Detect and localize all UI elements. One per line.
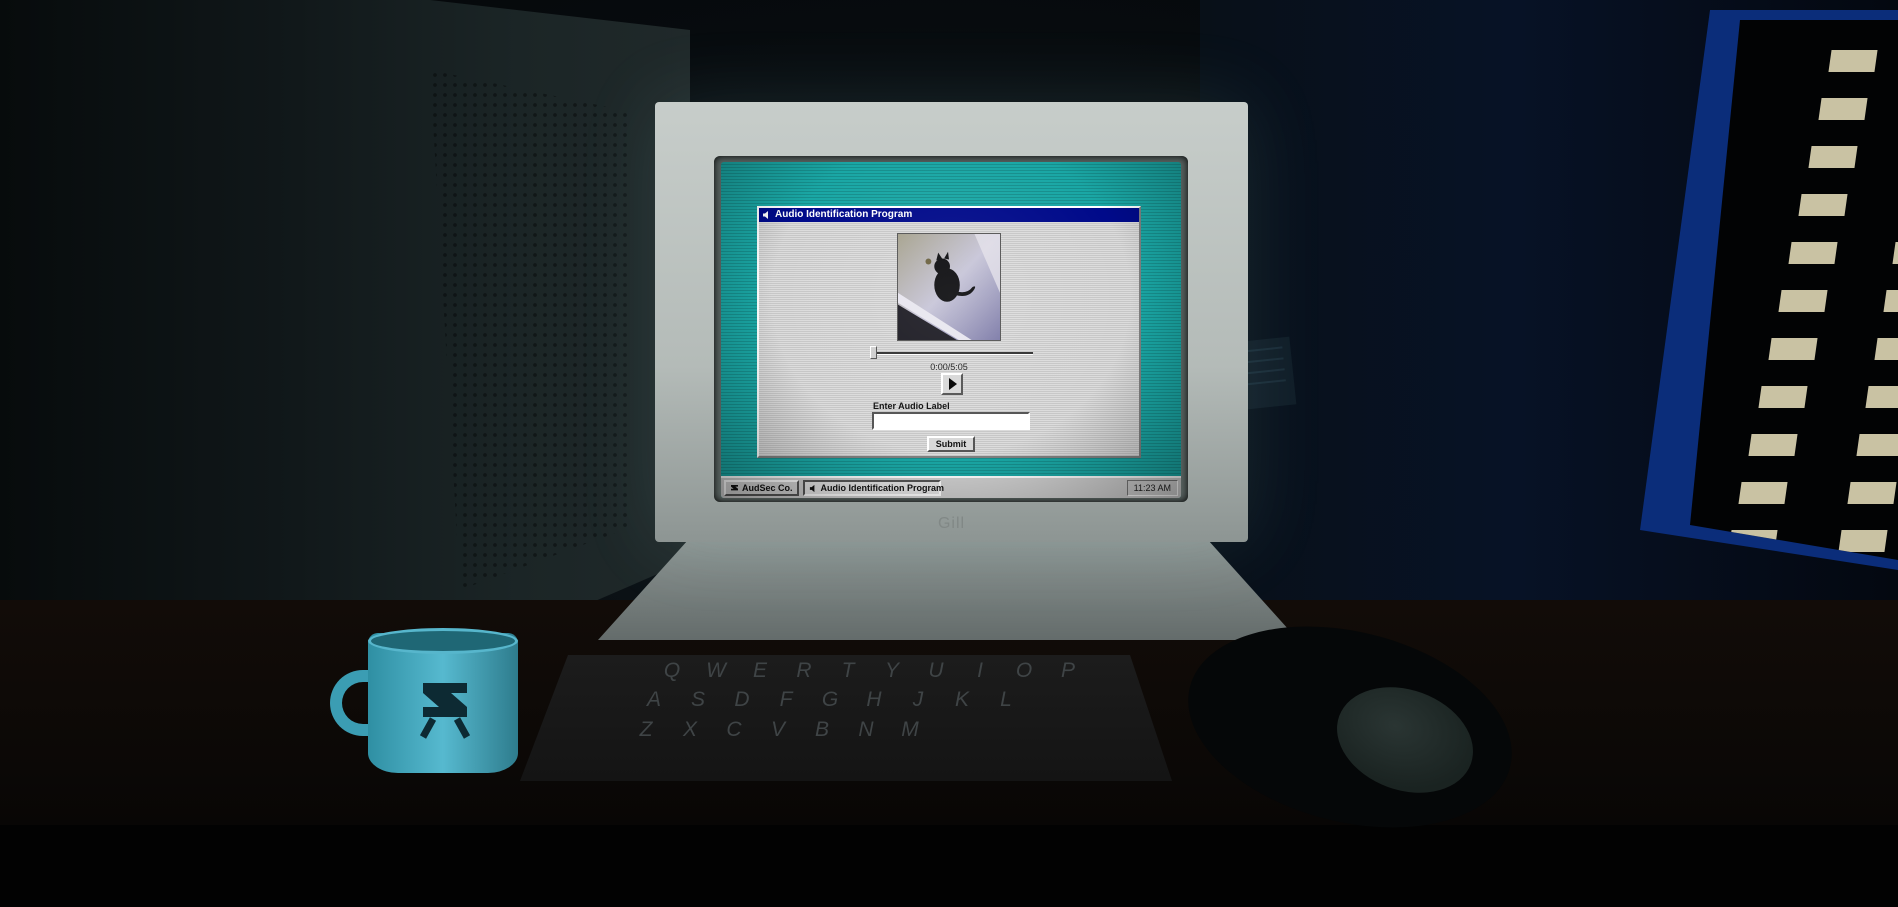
speaker-grille (430, 70, 630, 590)
company-logo-icon (730, 484, 739, 493)
building-window-light (1847, 482, 1897, 504)
key-v[interactable]: V (756, 718, 800, 742)
building-window-light (1865, 386, 1898, 408)
building-window-light (1892, 242, 1898, 264)
key-u[interactable]: U (914, 659, 958, 683)
building-window-light (1778, 290, 1828, 312)
keyboard: QWERTYUIOP ASDFGHJKL ZXCVBNM (520, 655, 1172, 781)
key-l[interactable]: L (984, 688, 1028, 712)
audio-label-input[interactable] (872, 412, 1030, 430)
crt-screen: Audio Identification Program 0:00/5:05 E… (721, 162, 1181, 498)
key-g[interactable]: G (808, 688, 852, 712)
key-i[interactable]: I (958, 659, 1002, 683)
building-window-light (1883, 290, 1898, 312)
key-j[interactable]: J (896, 688, 940, 712)
building-window-light (1838, 530, 1888, 552)
building-window-light (1748, 434, 1798, 456)
seek-bar[interactable] (871, 352, 1033, 355)
start-button-label: AudSec Co. (742, 483, 793, 493)
building-window-light (1818, 98, 1868, 120)
building-window-light (1788, 242, 1838, 264)
audio-label-prompt: Enter Audio Label (873, 401, 950, 411)
key-s[interactable]: S (676, 688, 720, 712)
key-x[interactable]: X (668, 718, 712, 742)
mug-rim (368, 628, 518, 654)
key-p[interactable]: P (1046, 659, 1090, 683)
speaker-icon (809, 484, 818, 493)
key-r[interactable]: R (782, 659, 826, 683)
keyboard-row-bottom: ZXCVBNM (624, 718, 932, 742)
key-d[interactable]: D (720, 688, 764, 712)
key-k[interactable]: K (940, 688, 984, 712)
building-window-light (1798, 194, 1848, 216)
key-o[interactable]: O (1002, 659, 1046, 683)
submit-button[interactable]: Submit (927, 436, 975, 452)
taskbar: AudSec Co. Audio Identification Program … (721, 476, 1181, 498)
game-scene: Gill Audio Identification Program 0:00/5… (0, 0, 1898, 907)
taskbar-item-audio-identification[interactable]: Audio Identification Program (802, 480, 944, 496)
key-f[interactable]: F (764, 688, 808, 712)
key-n[interactable]: N (844, 718, 888, 742)
key-b[interactable]: B (800, 718, 844, 742)
key-a[interactable]: A (632, 688, 676, 712)
key-t[interactable]: T (826, 659, 870, 683)
window-title: Audio Identification Program (775, 209, 913, 220)
keyboard-row-middle: ASDFGHJKL (632, 688, 1028, 712)
key-m[interactable]: M (888, 718, 932, 742)
play-button[interactable] (941, 373, 963, 395)
key-e[interactable]: E (738, 659, 782, 683)
taskbar-item-label: Audio Identification Program (820, 483, 945, 493)
audio-identification-window: Audio Identification Program 0:00/5:05 E… (757, 206, 1141, 458)
key-w[interactable]: W (694, 659, 738, 683)
keyboard-row-top: QWERTYUIOP (650, 659, 1090, 683)
company-logo-icon (419, 683, 471, 739)
building-window-light (1828, 50, 1878, 72)
building-window-light (1738, 482, 1788, 504)
monitor-base (598, 540, 1298, 640)
monitor-brand-label: Gill (937, 515, 966, 532)
time-display: 0:00/5:05 (930, 362, 968, 372)
building-window-light (1768, 338, 1818, 360)
key-h[interactable]: H (852, 688, 896, 712)
tray-clock: 11:23 AM (1126, 480, 1178, 496)
building-window-light (1856, 434, 1898, 456)
speaker-icon (762, 210, 772, 220)
desk-edge (0, 825, 1898, 907)
preview-image-cat (897, 233, 1001, 341)
start-button[interactable]: AudSec Co. (724, 480, 799, 496)
building-window-light (1808, 146, 1858, 168)
key-q[interactable]: Q (650, 659, 694, 683)
seek-thumb[interactable] (870, 346, 877, 359)
key-c[interactable]: C (712, 718, 756, 742)
key-y[interactable]: Y (870, 659, 914, 683)
building-window-light (1874, 338, 1898, 360)
building-window-light (1758, 386, 1808, 408)
play-icon (949, 378, 957, 390)
window-titlebar[interactable]: Audio Identification Program (759, 208, 1139, 222)
key-z[interactable]: Z (624, 718, 668, 742)
black-cat-photo (898, 234, 1000, 340)
